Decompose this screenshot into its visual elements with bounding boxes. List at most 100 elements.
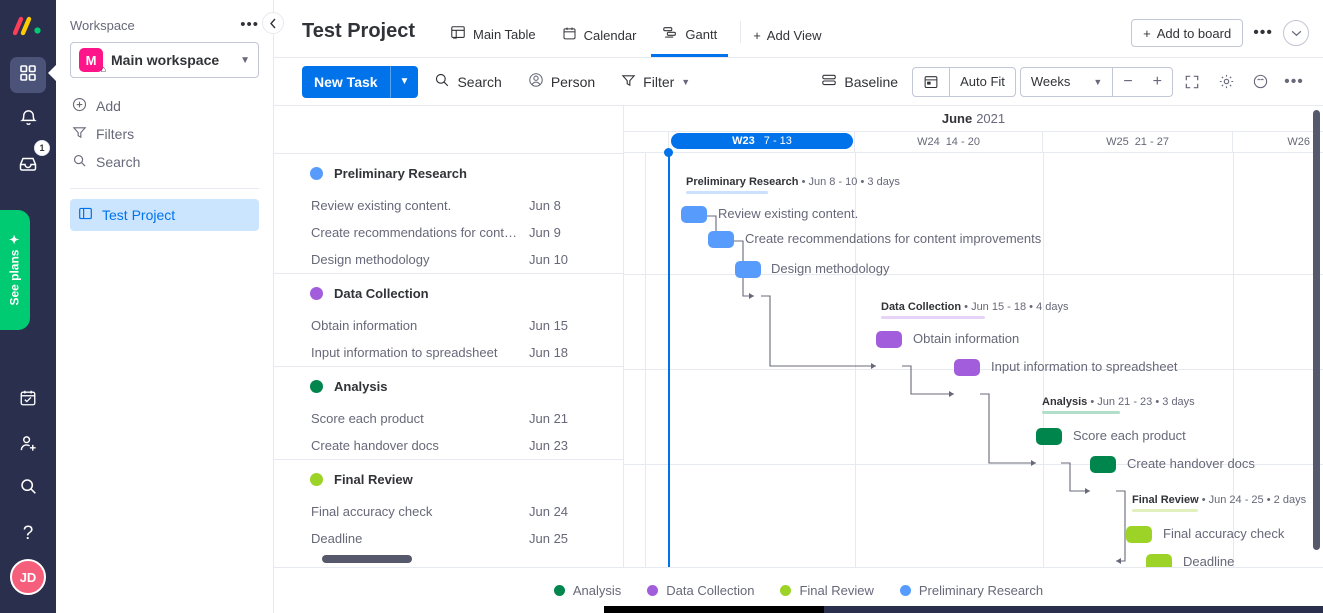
gantt-bar-label: Create recommendations for content impro… (745, 231, 1041, 246)
gantt-bar[interactable] (735, 261, 761, 278)
group-header[interactable]: Analysis (274, 367, 623, 405)
filter-label: Filter (643, 74, 674, 90)
group-header[interactable]: Preliminary Research (274, 154, 623, 192)
timeline-week-w24[interactable]: W24 14 - 20 (855, 132, 1043, 152)
sidebar-item-add[interactable]: Add (70, 92, 259, 120)
legend-item-preliminary-research[interactable]: Preliminary Research (900, 583, 1043, 598)
group-header[interactable]: Data Collection (274, 274, 623, 312)
task-name: Create recommendations for content i... (311, 225, 529, 240)
add-view-button[interactable]: + Add View (753, 28, 821, 57)
sidebar-item-test-project[interactable]: Test Project (70, 199, 259, 231)
help-icon: ? (23, 523, 34, 545)
sidebar-item-filters[interactable]: Filters (70, 120, 259, 148)
main-content: Test Project Main Table (274, 0, 1323, 613)
group-summary-duration: 2 days (1274, 494, 1306, 506)
timeline-week-w23[interactable]: W23 7 - 13 (669, 132, 855, 152)
tab-calendar[interactable]: Calendar (551, 26, 648, 57)
legend-item-final-review[interactable]: Final Review (780, 583, 873, 598)
topbar-collapse-button[interactable] (1283, 20, 1309, 46)
group-header[interactable]: Final Review (274, 460, 623, 498)
legend-item-analysis[interactable]: Analysis (554, 583, 621, 598)
plus-icon: + (753, 28, 761, 43)
workspace-picker[interactable]: M ⌂ Main workspace ▼ (70, 42, 259, 78)
new-task-dropdown-icon[interactable]: ▼ (391, 76, 419, 87)
monday-logo[interactable] (13, 14, 43, 36)
sidebar-collapse-button[interactable] (262, 12, 284, 34)
task-name: Deadline (311, 531, 529, 546)
task-list-header-spacer (274, 106, 623, 153)
task-name: Create handover docs (311, 438, 529, 453)
gantt-bar[interactable] (1146, 554, 1172, 567)
see-plans-button[interactable]: See plans ✦ (0, 210, 30, 330)
expand-icon[interactable] (1177, 67, 1207, 97)
zoom-in-button[interactable]: + (1143, 67, 1172, 97)
sidebar-item-search[interactable]: Search (70, 148, 259, 176)
auto-fit-button[interactable]: Auto Fit (950, 67, 1015, 97)
task-date: Jun 10 (529, 252, 587, 267)
task-row[interactable]: Score each product Jun 21 (274, 405, 623, 432)
new-task-button[interactable]: New Task ▼ (302, 66, 418, 98)
rail-item-invite[interactable] (10, 428, 46, 464)
zoom-unit-select[interactable]: Weeks ▼ (1021, 67, 1112, 97)
avatar[interactable]: JD (10, 559, 46, 595)
rail-item-home[interactable] (10, 57, 46, 93)
add-to-board-button[interactable]: + Add to board (1131, 19, 1243, 47)
emoji-icon[interactable] (1245, 67, 1275, 97)
task-row[interactable]: Obtain information Jun 15 (274, 312, 623, 339)
gantt-bar[interactable] (1090, 456, 1116, 473)
week-range: 7 - 13 (764, 135, 792, 147)
task-list-horizontal-scrollbar[interactable] (322, 555, 412, 563)
legend-item-data-collection[interactable]: Data Collection (647, 583, 754, 598)
timeline-week-w25[interactable]: W25 21 - 27 (1043, 132, 1233, 152)
tab-main-table[interactable]: Main Table (439, 25, 547, 57)
workspace-avatar: M ⌂ (79, 48, 103, 72)
settings-gear-icon[interactable] (1211, 67, 1241, 97)
rail-item-search[interactable] (10, 471, 46, 507)
auto-fit-calendar-icon[interactable] (913, 67, 949, 97)
group-color-dot (310, 473, 323, 486)
person-filter-button[interactable]: Person (518, 66, 605, 98)
task-row[interactable]: Create handover docs Jun 23 (274, 432, 623, 459)
workspace-more-icon[interactable]: ••• (240, 20, 259, 30)
filter-icon (621, 73, 636, 91)
task-name: Score each product (311, 411, 529, 426)
gantt-more-options-icon[interactable]: ••• (1279, 67, 1309, 97)
search-button[interactable]: Search (424, 66, 511, 98)
timeline-vertical-scrollbar[interactable] (1313, 110, 1320, 550)
board-more-options-icon[interactable]: ••• (1253, 29, 1273, 37)
filter-button[interactable]: Filter ▼ (611, 66, 700, 98)
rail-item-my-work[interactable] (10, 382, 46, 418)
timeline-week-w26[interactable]: W26 (1233, 132, 1317, 152)
group-label: Data Collection (334, 286, 429, 301)
add-view-label: Add View (767, 28, 822, 43)
zoom-out-button[interactable]: − (1113, 67, 1142, 97)
gantt-bar[interactable] (954, 359, 980, 376)
baseline-button[interactable]: Baseline (811, 66, 908, 98)
workspace-name: Main workspace (111, 52, 232, 68)
group-summary-name: Data Collection (881, 301, 961, 313)
gantt-bar[interactable] (876, 331, 902, 348)
task-row[interactable]: Final accuracy check Jun 24 (274, 498, 623, 525)
plus-icon: + (1143, 26, 1151, 41)
scrollbar-thumb[interactable] (604, 606, 824, 613)
task-row[interactable]: Design methodology Jun 10 (274, 246, 623, 273)
sidebar-item-label: Search (96, 154, 140, 170)
topbar-actions: + Add to board ••• (1131, 19, 1309, 57)
task-row[interactable]: Create recommendations for content i... … (274, 219, 623, 246)
gantt-bar-label: Input information to spreadsheet (991, 359, 1177, 374)
gantt-bar-label: Obtain information (913, 331, 1019, 346)
group-summary-name: Analysis (1042, 396, 1087, 408)
gantt-bar[interactable] (708, 231, 734, 248)
inbox-badge-count: 1 (34, 140, 50, 156)
task-row[interactable]: Deadline Jun 25 (274, 525, 623, 552)
rail-item-notifications[interactable] (10, 102, 46, 138)
task-row[interactable]: Review existing content. Jun 8 (274, 192, 623, 219)
task-row[interactable]: Input information to spreadsheet Jun 18 (274, 339, 623, 366)
gantt-bar[interactable] (681, 206, 707, 223)
page-horizontal-scrollbar[interactable] (604, 606, 1323, 613)
tab-gantt[interactable]: Gantt (651, 25, 728, 57)
gantt-bar[interactable] (1036, 428, 1062, 445)
gantt-bar[interactable] (1126, 526, 1152, 543)
rail-item-help[interactable]: ? (10, 516, 46, 552)
group-summary-duration: 3 days (1162, 396, 1194, 408)
